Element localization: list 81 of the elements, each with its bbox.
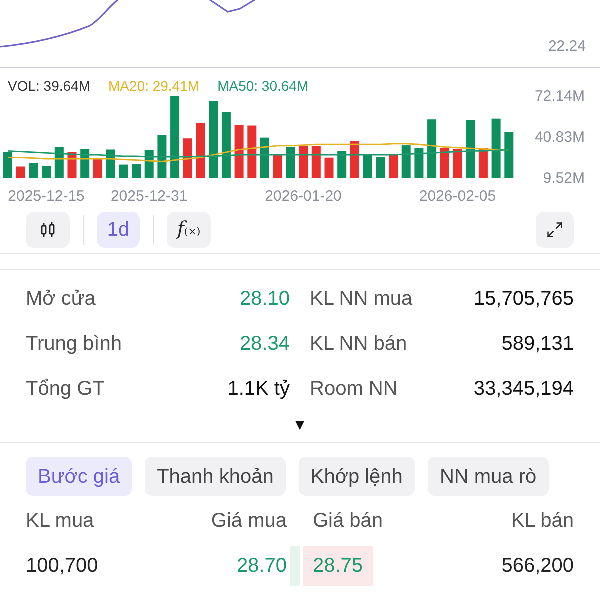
volume-bar [158,135,167,178]
stat-value: 33,345,194 [472,376,574,402]
stat-value: 15,705,765 [472,286,574,312]
volume-bar [453,148,462,178]
expand-icon [546,220,564,238]
volume-bar [234,125,244,178]
volume-bar [80,149,90,178]
volume-bar [93,158,102,178]
volume-bar [324,158,334,178]
volume-bar [350,141,360,178]
volume-bar [466,120,476,178]
chart-legend: MA20: 29.41M [108,76,200,97]
volume-bar [492,118,501,178]
axis-label: 2026-02-05 [419,188,496,205]
volume-bar [428,120,437,178]
stat-value: 1.1K tỷ [226,376,290,402]
stat-label: Trung bình [26,332,123,356]
stat-label: Tổng GT [26,376,106,402]
volume-bar [54,147,64,178]
chart-legend: VOL: 39.64M [8,76,90,97]
volume-bar [183,138,192,178]
volume-bar [4,152,12,178]
volume-bar [402,146,411,178]
axis-label: 22.24 [548,36,586,56]
stat-label: KL NN mua [310,286,414,312]
indicator-button[interactable]: f(×) [167,212,211,248]
chart-legend: MA50: 30.64M [218,76,309,97]
volume-bar [196,123,206,178]
stat-value: 28.34 [238,332,290,356]
axis-label: 2025-12-31 [110,188,188,205]
volume-bar [312,146,321,178]
tab[interactable]: NN mua rò [428,457,549,496]
volume-bar [299,146,308,178]
axis-label: 9.52M [543,170,585,187]
interval-button[interactable]: 1d [97,212,140,248]
column-header: KL mua [26,509,96,534]
fullscreen-button[interactable] [536,212,574,248]
column-header: Giá bán [313,509,384,534]
stat-label: Room NN [310,376,399,402]
stat-value: 28.10 [238,286,290,312]
volume-bar [106,150,116,178]
volume-bar [132,164,141,178]
axis-label: 2026-01-20 [265,188,342,205]
volume-bar [389,155,398,178]
volume-bar [144,150,154,178]
table-cell-text: 566,200 [500,554,574,579]
volume-bar [16,166,26,178]
stat-label: Mở cửa [26,286,97,312]
volume-bar [42,166,52,178]
volume-bar [363,155,372,178]
volume-bar [119,164,128,178]
volume-bar [273,154,282,178]
expand-toggle[interactable]: ▼ [292,414,308,438]
volume-bar [376,157,386,178]
volume-bar [29,163,38,178]
volume-bar [414,148,424,178]
column-header: Giá mua [210,509,287,534]
volume-bar [440,148,450,178]
volume-bar [286,147,296,178]
tab[interactable]: Khớp lệnh [298,457,415,496]
column-header: KL bán [510,509,574,534]
volume-bar [478,148,488,178]
axis-label: 40.83M [534,129,585,146]
table-cell-text: 100,700 [26,554,100,579]
stat-label: KL NN bán [310,332,408,356]
volume-bar [504,132,514,178]
axis-label: 72.14M [534,88,585,105]
table-cell-text: 28.70 [236,554,287,579]
volume-bar [222,112,231,178]
candlestick-icon [40,222,56,238]
volume-bar [68,152,77,178]
tab[interactable]: Thanh khoản [145,457,286,496]
volume-bar [248,126,257,178]
axis-label: 2025-12-15 [8,188,85,205]
volume-bar [338,151,347,178]
volume-bar [260,138,270,178]
stat-value: 589,131 [500,332,574,356]
bid-depth-bar [290,546,300,586]
tab[interactable]: Bước giá [26,457,132,496]
table-cell-text: 28.75 [313,554,364,579]
chart-type-button[interactable] [26,212,70,248]
